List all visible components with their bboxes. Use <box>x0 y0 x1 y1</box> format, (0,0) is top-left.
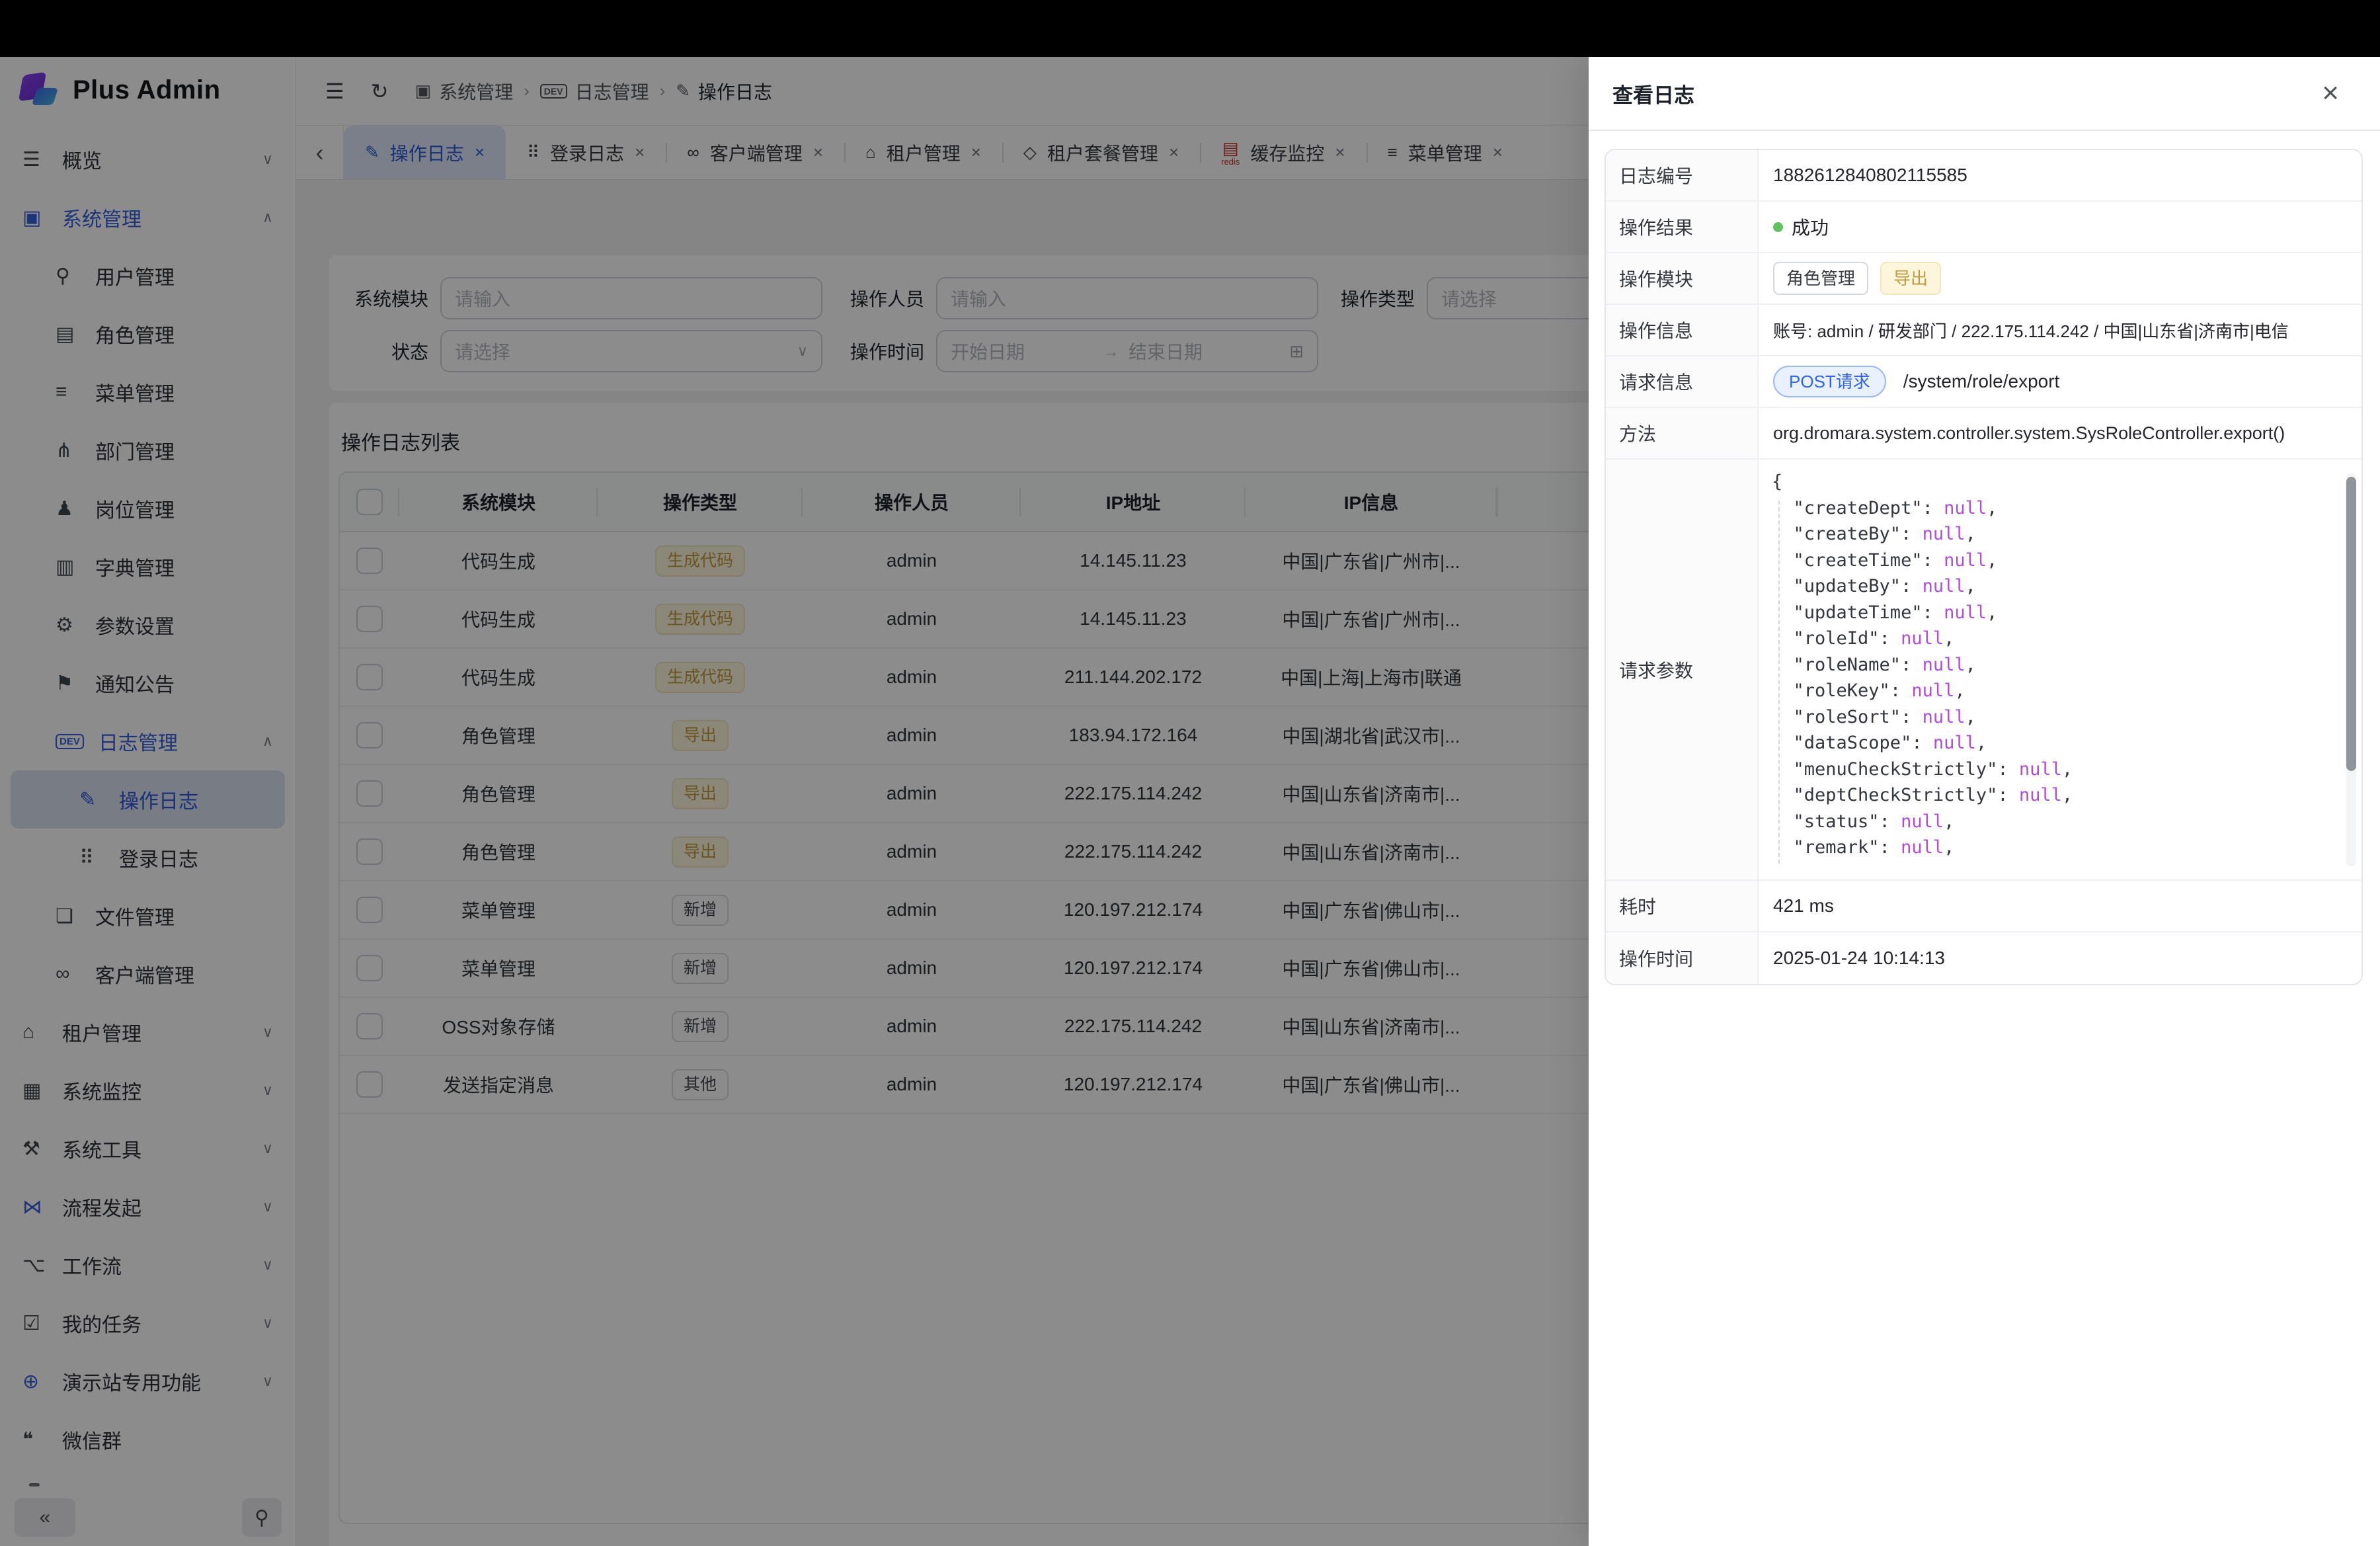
json-line: "createTime": null, <box>1772 548 2335 574</box>
detail-label: 请求参数 <box>1606 460 1759 879</box>
detail-row-request: 请求信息 POST请求 /system/role/export <box>1606 356 2361 408</box>
detail-label: 日志编号 <box>1606 150 1759 200</box>
detail-label: 请求信息 <box>1606 356 1759 407</box>
json-line: "menuCheckStrictly": null, <box>1772 756 2335 783</box>
json-viewer[interactable]: { "createDept": null, "createBy": null, … <box>1759 466 2361 873</box>
action-badge: 导出 <box>1880 262 1941 295</box>
detail-row-params: 请求参数 { "createDept": null, "createBy": n… <box>1606 460 2361 881</box>
detail-value: 421 ms <box>1759 881 2361 931</box>
json-line: { <box>1772 469 2335 495</box>
success-dot-icon <box>1773 222 1783 232</box>
json-line: "roleId": null, <box>1772 626 2335 652</box>
detail-row-duration: 耗时 421 ms <box>1606 881 2361 932</box>
detail-row-result: 操作结果 成功 <box>1606 202 2361 253</box>
detail-row-log-id: 日志编号 1882612840802115585 <box>1606 150 2361 202</box>
detail-value: 成功 <box>1759 202 2361 252</box>
json-line: "deptCheckStrictly": null, <box>1772 782 2335 809</box>
json-line: "createBy": null, <box>1772 521 2335 548</box>
json-line: "createDept": null, <box>1772 495 2335 522</box>
json-line: "roleName": null, <box>1772 652 2335 678</box>
detail-row-method: 方法 org.dromara.system.controller.system.… <box>1606 408 2361 460</box>
json-line: "updateTime": null, <box>1772 600 2335 626</box>
detail-label: 操作时间 <box>1606 932 1759 984</box>
json-line: "updateBy": null, <box>1772 573 2335 600</box>
close-icon[interactable]: × <box>2322 79 2339 108</box>
json-line: "roleKey": null, <box>1772 678 2335 704</box>
view-log-drawer: 查看日志 × 日志编号 1882612840802115585 操作结果 成功 … <box>1589 57 2380 1546</box>
detail-row-module: 操作模块 角色管理 导出 <box>1606 253 2361 305</box>
drawer-header: 查看日志 × <box>1589 57 2380 131</box>
request-path: /system/role/export <box>1903 371 2060 392</box>
detail-label: 耗时 <box>1606 881 1759 931</box>
detail-value: 账号: admin / 研发部门 / 222.175.114.242 / 中国|… <box>1759 305 2361 355</box>
log-detail-table: 日志编号 1882612840802115585 操作结果 成功 操作模块 角色… <box>1605 149 2363 985</box>
json-line: "status": null, <box>1772 809 2335 835</box>
json-code: { "createDept": null, "createBy": null, … <box>1759 466 2361 864</box>
detail-label: 操作信息 <box>1606 305 1759 355</box>
json-line: "dataScope": null, <box>1772 730 2335 756</box>
detail-row-info: 操作信息 账号: admin / 研发部门 / 222.175.114.242 … <box>1606 305 2361 356</box>
detail-value: { "createDept": null, "createBy": null, … <box>1759 460 2361 879</box>
json-line: "roleSort": null, <box>1772 704 2335 731</box>
detail-value: 1882612840802115585 <box>1759 150 2361 200</box>
detail-value: 角色管理 导出 <box>1759 253 2361 304</box>
detail-label: 操作结果 <box>1606 202 1759 252</box>
detail-label: 操作模块 <box>1606 253 1759 304</box>
scrollbar-thumb[interactable] <box>2346 477 2356 771</box>
detail-value: POST请求 /system/role/export <box>1759 356 2361 407</box>
post-request-badge: POST请求 <box>1773 366 1886 397</box>
json-line: "remark": null, <box>1772 834 2335 861</box>
detail-row-optime: 操作时间 2025-01-24 10:14:13 <box>1606 932 2361 984</box>
result-text: 成功 <box>1792 214 1829 240</box>
detail-value: org.dromara.system.controller.system.Sys… <box>1759 408 2361 458</box>
detail-value: 2025-01-24 10:14:13 <box>1759 932 2361 984</box>
window-top-strip <box>0 0 2380 57</box>
screenshot-stage: Plus Admin ☰ 概览 ∨ ▣ 系统管理 ∧ <box>0 0 2380 1546</box>
detail-label: 方法 <box>1606 408 1759 458</box>
drawer-title: 查看日志 <box>1612 79 1694 108</box>
module-badge: 角色管理 <box>1773 262 1868 295</box>
